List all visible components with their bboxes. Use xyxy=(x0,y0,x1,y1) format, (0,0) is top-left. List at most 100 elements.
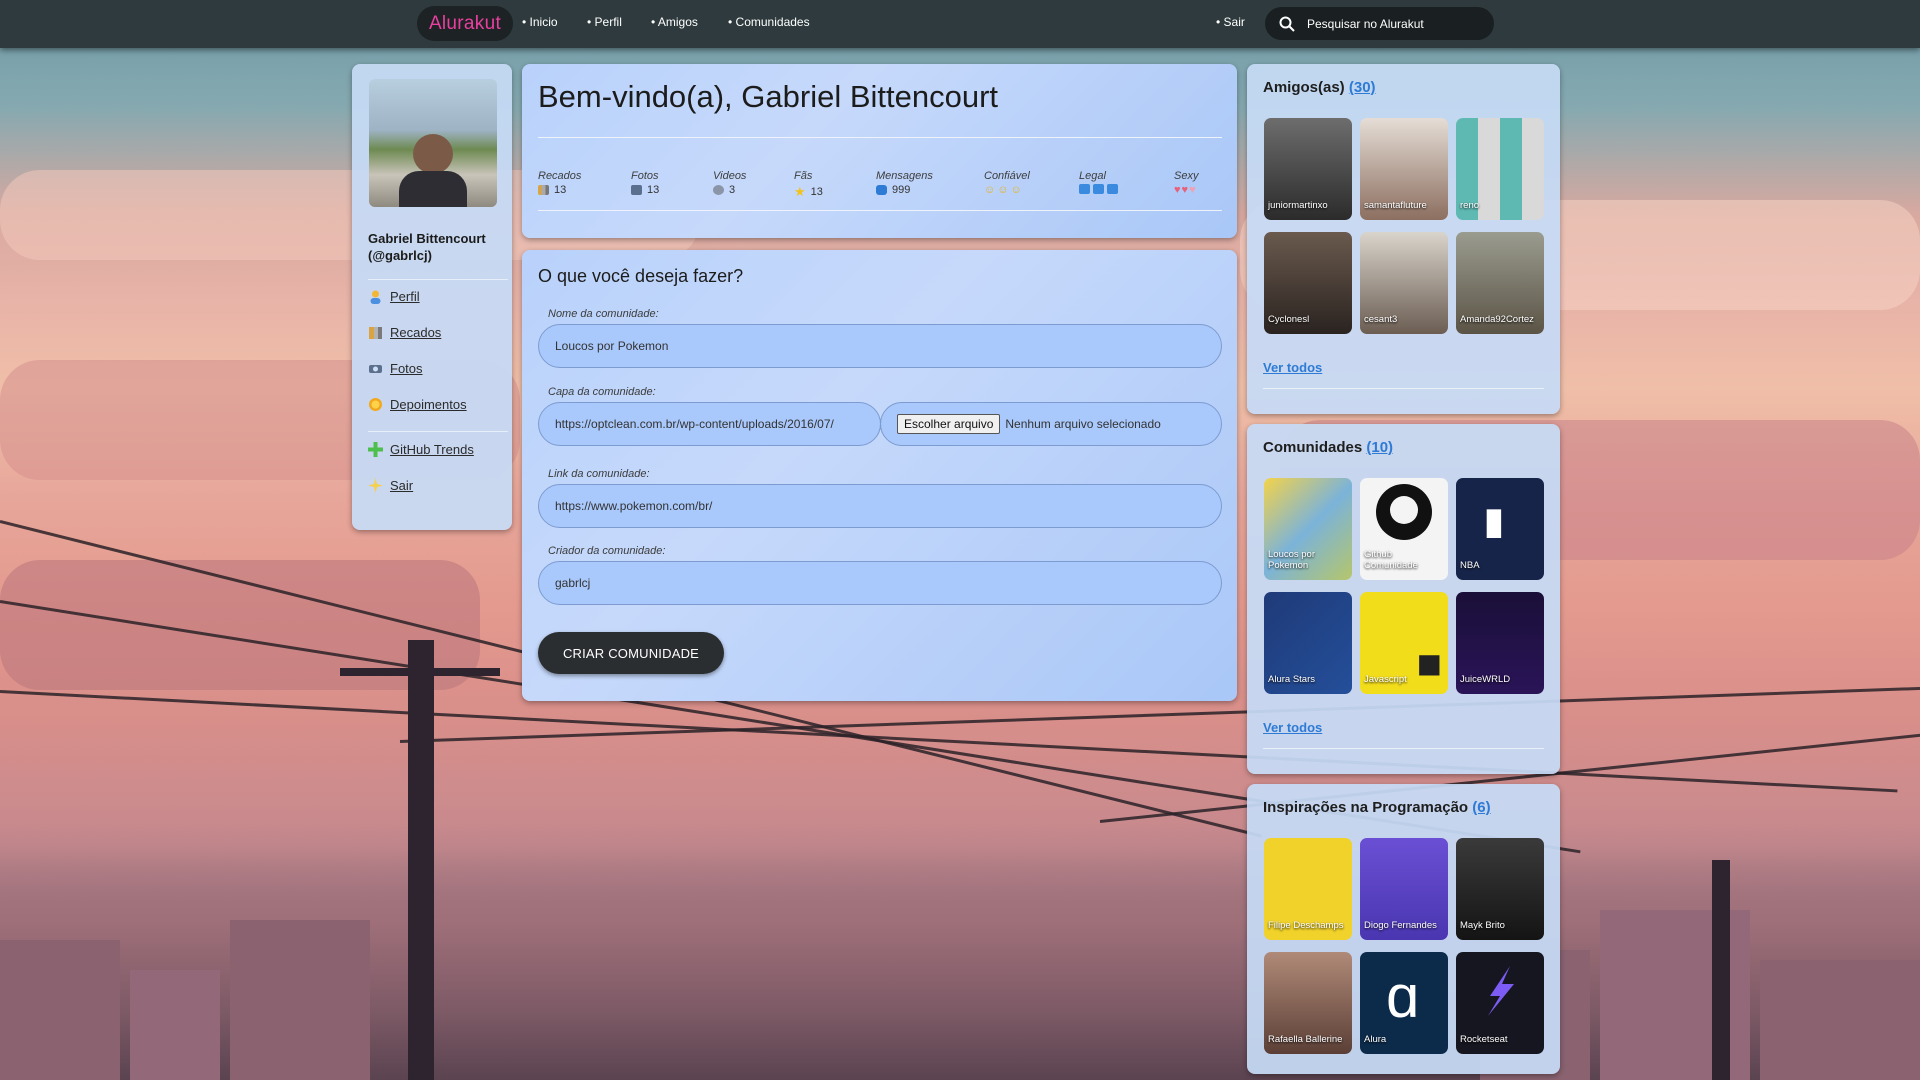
stat-confiavel: Confiável ☺ ☺ ☺ xyxy=(984,170,1030,196)
cover-file-picker[interactable]: Escolher arquivo Nenhum arquivo selecion… xyxy=(880,402,1222,446)
divider xyxy=(1263,748,1544,749)
stat-value: 13 xyxy=(554,184,567,196)
friend-thumb[interactable]: cesant3 xyxy=(1360,232,1448,334)
search-placeholder: Pesquisar no Alurakut xyxy=(1307,16,1424,31)
nav-link-inicio[interactable]: Inicio xyxy=(522,15,558,29)
community-creator-label: Criador da comunidade: xyxy=(548,545,666,557)
community-name-label: Nome da comunidade: xyxy=(548,308,659,320)
divider xyxy=(368,279,508,280)
thumb-label: Alura xyxy=(1364,1034,1387,1045)
community-cover-input[interactable]: https://optclean.com.br/wp-content/uploa… xyxy=(538,402,881,446)
nav-link-comunidades[interactable]: Comunidades xyxy=(728,15,810,29)
community-creator-input[interactable]: gabrlcj xyxy=(538,561,1222,605)
input-value: https://optclean.com.br/wp-content/uploa… xyxy=(555,417,834,431)
friend-thumb[interactable]: reno xyxy=(1456,118,1544,220)
create-community-button[interactable]: CRIAR COMUNIDADE xyxy=(538,632,724,674)
sidebar-item-recados[interactable]: Recados xyxy=(368,325,441,340)
utility-pole xyxy=(408,640,434,1080)
sidebar-item-perfil[interactable]: Perfil xyxy=(368,289,420,304)
thumb-label: juniormartinxo xyxy=(1268,200,1328,211)
stat-videos: Videos 3 xyxy=(713,170,746,196)
js-logo: ■ xyxy=(1416,640,1442,687)
sidebar-item-depoimentos[interactable]: Depoimentos xyxy=(368,397,467,412)
inspiration-thumb[interactable]: Rafaella Ballerine xyxy=(1264,952,1352,1054)
sidebar-item-label: Recados xyxy=(390,325,442,340)
stat-fas: Fãs ★ 13 xyxy=(794,170,823,200)
utility-pole xyxy=(1712,860,1730,1080)
avatar-head xyxy=(413,134,453,174)
building xyxy=(130,970,220,1080)
city-skyline xyxy=(0,850,1920,1080)
friends-box: Amigos(as) (30) juniormartinxo samantafl… xyxy=(1247,64,1560,414)
stat-value: 999 xyxy=(892,184,911,196)
stat-label: Legal xyxy=(1079,170,1106,182)
user-icon xyxy=(368,289,383,304)
film-icon xyxy=(713,185,724,195)
stat-label: Recados xyxy=(538,170,582,182)
friend-thumb[interactable]: Amanda92Cortez xyxy=(1456,232,1544,334)
profile-name: Gabriel Bittencourt (@gabrlcj) xyxy=(368,231,486,263)
communities-see-all-link[interactable]: Ver todos xyxy=(1263,720,1322,735)
friend-thumb[interactable]: samantafluture xyxy=(1360,118,1448,220)
sidebar-item-sair[interactable]: Sair xyxy=(368,478,413,493)
stat-sexy: Sexy ♥ ♥ ♥ xyxy=(1174,170,1198,196)
rocket-icon xyxy=(1488,966,1514,1016)
friend-thumb[interactable]: Cyclonesl xyxy=(1264,232,1352,334)
friends-see-all-link[interactable]: Ver todos xyxy=(1263,360,1322,375)
top-navbar: Alurakut Inicio Perfil Amigos Comunidade… xyxy=(0,0,1920,48)
inspiration-thumb[interactable]: Rocketseat xyxy=(1456,952,1544,1054)
stat-label: Sexy xyxy=(1174,170,1199,182)
nav-link-amigos[interactable]: Amigos xyxy=(651,15,698,29)
divider xyxy=(368,431,508,432)
heart-icon: ♥ xyxy=(1189,184,1196,196)
nav-link-sair[interactable]: Sair xyxy=(1216,15,1245,29)
sidebar-item-label: Fotos xyxy=(390,361,423,376)
sidebar-item-fotos[interactable]: Fotos xyxy=(368,361,423,376)
inspiration-thumb[interactable]: Filipe Deschamps xyxy=(1264,838,1352,940)
building xyxy=(0,940,120,1080)
inspiration-thumb[interactable]: Diogo Fernandes xyxy=(1360,838,1448,940)
inspirations-title: Inspirações na Programação (6) xyxy=(1263,799,1491,816)
communities-count[interactable]: (10) xyxy=(1366,439,1393,456)
friend-thumb[interactable]: juniormartinxo xyxy=(1264,118,1352,220)
friends-title: Amigos(as) (30) xyxy=(1263,79,1376,96)
stat-label: Fotos xyxy=(631,170,659,182)
thumb-label: Github Comunidade xyxy=(1364,549,1418,571)
thumb-label: Loucos por Pokemon xyxy=(1268,549,1316,571)
mail-icon xyxy=(876,185,887,195)
thumb-label: Alura Stars xyxy=(1268,674,1315,685)
inspirations-count[interactable]: (6) xyxy=(1472,799,1490,816)
thumb-label: Javascript xyxy=(1364,674,1407,685)
book-icon xyxy=(368,325,383,340)
community-link-input[interactable]: https://www.pokemon.com/br/ xyxy=(538,484,1222,528)
alurakut-logo[interactable]: Alurakut xyxy=(417,6,513,41)
community-thumb[interactable]: Loucos por Pokemon xyxy=(1264,478,1352,580)
stat-recados: Recados 13 xyxy=(538,170,581,196)
thumb-label: Filipe Deschamps xyxy=(1268,920,1344,931)
search-input[interactable]: Pesquisar no Alurakut xyxy=(1265,7,1494,40)
nav-link-perfil[interactable]: Perfil xyxy=(587,15,622,29)
avatar[interactable] xyxy=(369,79,497,207)
sidebar-item-github-trends[interactable]: GitHub Trends xyxy=(368,442,474,457)
camera-icon xyxy=(631,185,642,195)
community-thumb[interactable]: Alura Stars xyxy=(1264,592,1352,694)
input-value: Loucos por Pokemon xyxy=(555,339,669,353)
ice-cube-icon xyxy=(1079,184,1090,194)
community-thumb[interactable]: ■ Javascript xyxy=(1360,592,1448,694)
community-thumb[interactable]: Github Comunidade xyxy=(1360,478,1448,580)
divider xyxy=(538,210,1222,211)
search-icon xyxy=(1279,16,1295,32)
inspiration-thumb[interactable]: Mayk Brito xyxy=(1456,838,1544,940)
community-name-input[interactable]: Loucos por Pokemon xyxy=(538,324,1222,368)
sparkle-icon xyxy=(368,478,383,493)
communities-title: Comunidades (10) xyxy=(1263,439,1393,456)
friends-count[interactable]: (30) xyxy=(1349,79,1376,96)
thumb-label: NBA xyxy=(1460,560,1480,571)
community-cover-label: Capa da comunidade: xyxy=(548,386,656,398)
inspiration-thumb[interactable]: ɑ Alura xyxy=(1360,952,1448,1054)
inspirations-box: Inspirações na Programação (6) Filipe De… xyxy=(1247,784,1560,1074)
community-thumb[interactable]: JuiceWRLD xyxy=(1456,592,1544,694)
choose-file-button[interactable]: Escolher arquivo xyxy=(897,414,1001,434)
book-icon xyxy=(538,185,549,195)
community-thumb[interactable]: ▮ NBA xyxy=(1456,478,1544,580)
